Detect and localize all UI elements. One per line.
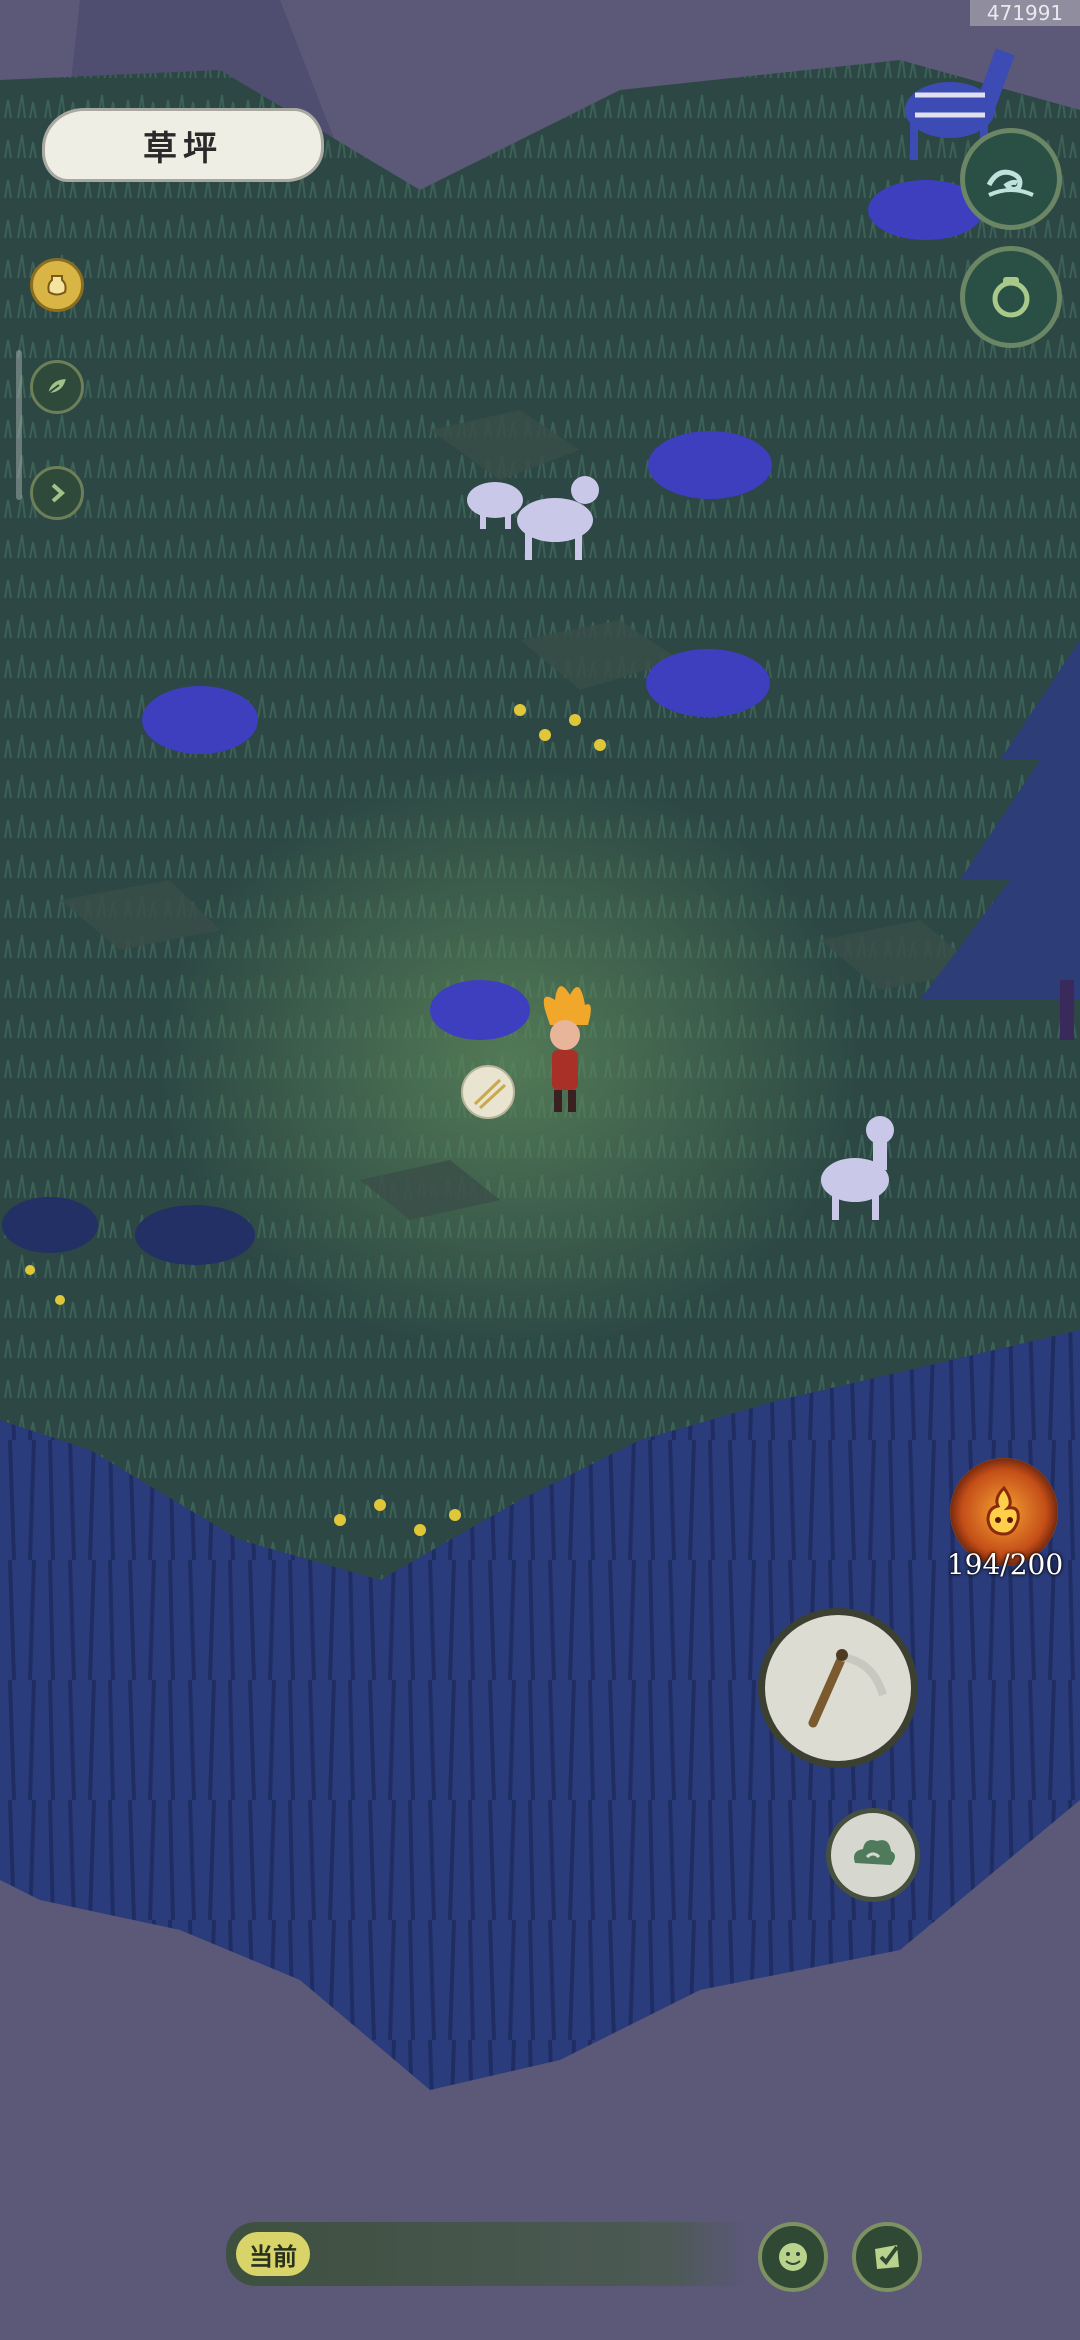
wave-button[interactable] [960, 128, 1062, 230]
quest-button[interactable] [852, 2222, 922, 2292]
emote-button[interactable] [758, 2222, 828, 2292]
leaf-icon [45, 376, 69, 396]
cloud-icon [854, 1840, 895, 1865]
jar-button[interactable] [30, 258, 84, 312]
quest-check-icon [875, 2245, 899, 2269]
fire-spirit-icon [986, 1485, 1020, 1536]
sickle-icon [808, 1649, 887, 1728]
pot-button[interactable] [960, 246, 1062, 348]
cloud-button[interactable] [826, 1808, 920, 1902]
pot-icon [992, 277, 1030, 318]
side-scroll-track [16, 350, 22, 500]
wave-icon [986, 169, 1034, 197]
expand-menu-button[interactable] [30, 466, 84, 520]
location-banner: 草坪 [42, 108, 324, 182]
leaf-button[interactable] [30, 360, 84, 414]
current-tag: 当前 [236, 2232, 310, 2276]
smile-icon [779, 2243, 807, 2271]
world-map [0, 0, 1080, 2090]
build-id-label: 471991 [970, 0, 1080, 26]
chevron-right-icon [51, 483, 66, 503]
jar-icon [47, 275, 67, 296]
location-name: 草坪 [143, 128, 223, 169]
sickle-tool-button[interactable] [758, 1608, 918, 1768]
energy-count: 194/200 [946, 1548, 1064, 1581]
